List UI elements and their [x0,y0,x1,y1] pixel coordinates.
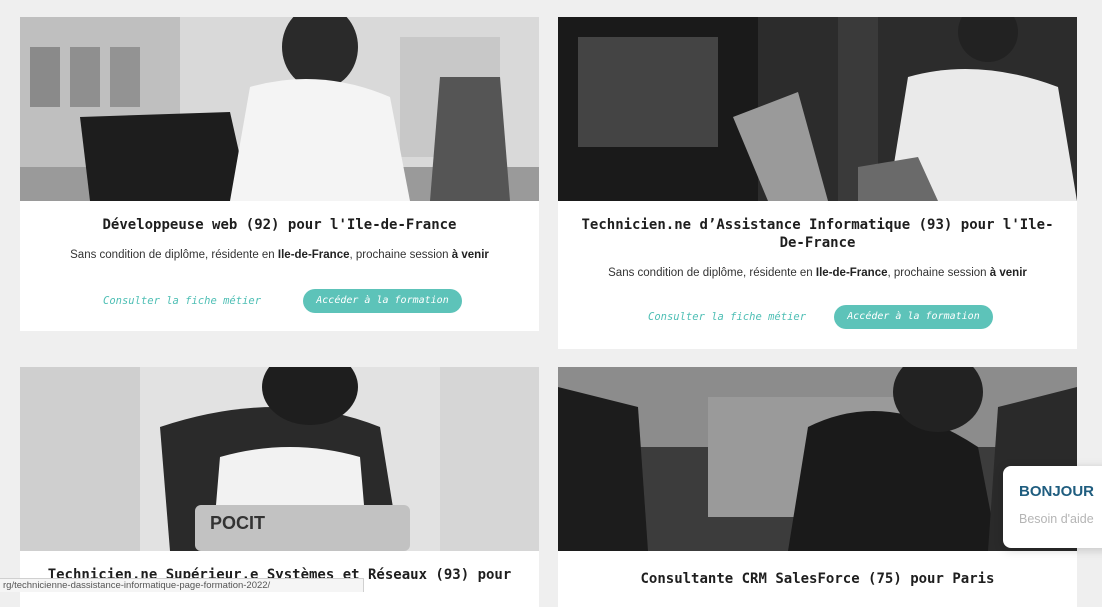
conditions-text: Sans condition de diplôme, résidente en [70,249,278,261]
laptop-sticker-text: POCIT [210,513,265,533]
course-photo-1[interactable] [20,17,539,201]
access-training-button[interactable]: Accéder à la formation [834,305,993,329]
course-title-1[interactable]: Développeuse web (92) pour l'Ile-de-Fran… [40,216,519,234]
conditions-session: à venir [989,267,1027,279]
course-photo-3[interactable]: POCIT [20,367,539,551]
consult-job-sheet-link[interactable]: Consulter la fiche métier [648,311,806,323]
course-card-1: Développeuse web (92) pour l'Ile-de-Fran… [20,17,539,331]
chat-widget[interactable]: BONJOUR Besoin d'aide [1003,466,1102,548]
course-title-4[interactable]: Consultante CRM SalesForce (75) pour Par… [578,570,1057,588]
course-card-2: Technicien.ne d’Assistance Informatique … [558,17,1077,349]
chat-widget-title: BONJOUR [1019,483,1095,500]
chat-widget-subtitle: Besoin d'aide [1019,512,1094,526]
course-conditions-1: Sans condition de diplôme, résidente en … [34,249,525,261]
conditions-text: , prochaine session [349,249,452,261]
course-photo-2[interactable] [558,17,1077,201]
conditions-text: , prochaine session [887,267,990,279]
conditions-region: Ile-de-France [815,267,888,279]
conditions-region: Ile-de-France [277,249,350,261]
course-photo-4[interactable] [558,367,1077,551]
course-title-2[interactable]: Technicien.ne d’Assistance Informatique … [578,216,1057,252]
conditions-text: Sans condition de diplôme, résidente en [608,267,816,279]
conditions-session: à venir [451,249,489,261]
link-preview-statusbar: rg/technicienne-dassistance-informatique… [0,578,364,592]
course-card-4: Consultante CRM SalesForce (75) pour Par… [558,367,1077,607]
access-training-button[interactable]: Accéder à la formation [303,289,462,313]
course-conditions-2: Sans condition de diplôme, résidente en … [572,267,1063,279]
course-card-3: POCIT Technicien.ne Supérieur.e Systèmes… [20,367,539,607]
consult-job-sheet-link[interactable]: Consulter la fiche métier [103,295,261,307]
